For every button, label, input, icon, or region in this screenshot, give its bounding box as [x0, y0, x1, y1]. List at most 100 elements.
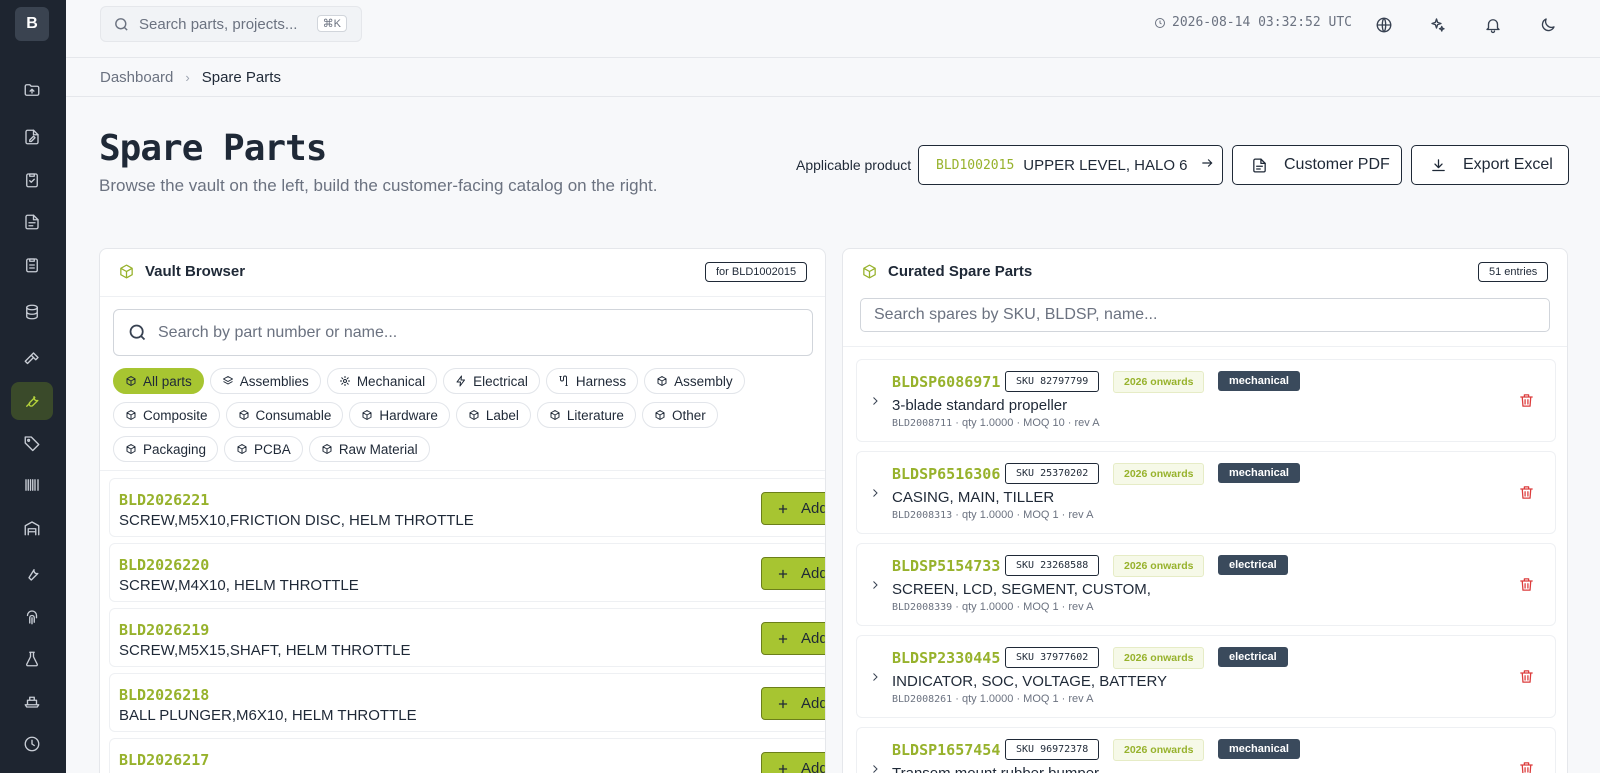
sidebar-item-tasks[interactable]	[11, 246, 53, 284]
curated-count-badge: 51 entries	[1478, 262, 1549, 282]
sidebar-item-checklists[interactable]	[11, 161, 53, 199]
vault-row[interactable]: BLD2026219 SCREW,M5X15,SHAFT, HELM THROTT…	[109, 608, 825, 667]
filter-chip-raw-material[interactable]: Raw Material	[308, 436, 430, 462]
filter-chip-mechanical[interactable]: Mechanical	[326, 368, 438, 394]
vault-part-code: BLD2026218	[119, 686, 210, 704]
filter-chip-other[interactable]: Other	[641, 402, 718, 428]
add-to-catalog-button[interactable]: Add	[761, 622, 825, 655]
filter-chip-label: Literature	[566, 407, 624, 423]
sidebar-item-spare-parts[interactable]	[11, 382, 53, 420]
curated-spares-panel: Curated Spare Parts 51 entries Search sp…	[842, 248, 1568, 773]
filter-chip-consumable[interactable]: Consumable	[225, 402, 344, 428]
add-to-catalog-button[interactable]: Add	[761, 687, 825, 720]
curated-search-input[interactable]: Search spares by SKU, BLDSP, name...	[860, 298, 1550, 332]
file-text-icon	[1253, 157, 1266, 173]
filter-chip-label: Other	[671, 407, 706, 423]
sidebar-item-identity[interactable]	[11, 598, 53, 636]
add-to-catalog-button[interactable]: Add	[761, 752, 825, 773]
sidebar-item-fleet[interactable]	[11, 682, 53, 720]
vault-row[interactable]: BLD2026220 SCREW,M4X10, HELM THROTTLE Add	[109, 543, 825, 602]
curated-spare-row[interactable]: BLDSP5154733 SKU 23268588 2026 onwards elec…	[856, 543, 1556, 626]
cube-icon	[126, 410, 136, 420]
filter-chip-hardware[interactable]: Hardware	[349, 402, 450, 428]
filter-chip-assemblies[interactable]: Assemblies	[209, 368, 321, 394]
filter-chip-harness[interactable]: Harness	[545, 368, 639, 394]
vault-search-input[interactable]: Search by part number or name...	[113, 309, 813, 356]
sidebar-item-history[interactable]	[11, 725, 53, 763]
chevron-right-icon[interactable]	[869, 762, 881, 773]
curated-spare-row[interactable]: BLDSP6516306 SKU 25370202 2026 onwards mech…	[856, 451, 1556, 534]
filter-chip-assembly[interactable]: Assembly	[644, 368, 745, 394]
filter-chip-pcba[interactable]: PCBA	[224, 436, 303, 462]
add-button-label: Add	[801, 500, 826, 517]
sidebar-item-warehouse[interactable]	[11, 509, 53, 547]
chevron-right-icon[interactable]	[869, 578, 881, 596]
sidebar-item-build[interactable]	[11, 340, 53, 378]
sidebar-item-barcodes[interactable]	[11, 466, 53, 504]
curated-spare-row[interactable]: BLDSP2330445 SKU 37977602 2026 onwards elec…	[856, 635, 1556, 718]
customer-pdf-button[interactable]: Customer PDF	[1232, 145, 1402, 185]
product-code: BLD1002015	[936, 157, 1015, 173]
delete-spare-button[interactable]	[1518, 576, 1535, 598]
applicability-badge: 2026 onwards	[1113, 371, 1205, 393]
chevron-right-icon[interactable]	[869, 486, 881, 504]
notifications-button[interactable]	[1481, 13, 1505, 37]
sidebar-item-documents[interactable]	[11, 118, 53, 156]
vault-part-code: BLD2026219	[119, 621, 210, 639]
sidebar-item-lab[interactable]	[11, 640, 53, 678]
curated-spare-row[interactable]: BLDSP1657454 SKU 96972378 2026 onwards mech…	[856, 727, 1556, 773]
spare-moq: · MOQ 1	[1016, 509, 1059, 521]
cube-icon	[362, 410, 372, 420]
sidebar-item-reports[interactable]	[11, 203, 53, 241]
sidebar-item-upload[interactable]	[11, 71, 53, 109]
vault-browser-panel: Vault Browser for BLD1002015 Search by p…	[99, 248, 826, 773]
sidebar-item-database[interactable]	[11, 293, 53, 331]
filter-chip-label: Mechanical	[356, 373, 426, 389]
applicable-product-button[interactable]: BLD1002015 UPPER LEVEL, HALO 6	[918, 145, 1223, 185]
globe-icon	[1376, 17, 1392, 33]
add-to-catalog-button[interactable]: Add	[761, 492, 826, 525]
download-icon	[1432, 158, 1445, 171]
language-button[interactable]	[1372, 13, 1396, 37]
delete-spare-button[interactable]	[1518, 760, 1535, 773]
delete-spare-button[interactable]	[1518, 392, 1535, 414]
vault-row[interactable]: BLD2026221 SCREW,M5X10,FRICTION DISC, HEL…	[109, 478, 826, 537]
customer-pdf-label: Customer PDF	[1284, 156, 1390, 173]
chevron-right-icon[interactable]	[869, 670, 881, 688]
applicability-badge: 2026 onwards	[1113, 555, 1205, 577]
vault-row[interactable]: BLD2026218 BALL PLUNGER,M6X10, HELM THROT…	[109, 673, 825, 732]
spare-name: CASING, MAIN, TILLER	[892, 489, 1055, 506]
export-excel-button[interactable]: Export Excel	[1411, 145, 1569, 185]
tool-icon	[28, 569, 39, 581]
chevron-right-icon[interactable]	[869, 394, 881, 412]
spare-part-number: BLD2008339	[892, 602, 953, 613]
filter-chip-label: Assemblies	[239, 373, 309, 389]
filter-chip-electrical[interactable]: Electrical	[443, 368, 540, 394]
ai-assistant-button[interactable]	[1426, 13, 1450, 37]
vault-part-name: BALL PLUNGER,M6X10, HELM THROTTLE	[119, 707, 417, 724]
filter-chip-packaging[interactable]: Packaging	[113, 436, 219, 462]
filter-chip-literature[interactable]: Literature	[536, 402, 636, 428]
sidebar-item-tools[interactable]	[11, 555, 53, 593]
delete-spare-button[interactable]	[1518, 484, 1535, 506]
vault-row[interactable]: BLD2026217 Add	[109, 738, 825, 773]
filter-chip-label: Packaging	[143, 441, 207, 457]
delete-spare-button[interactable]	[1518, 668, 1535, 690]
filter-chip-all-parts[interactable]: All parts	[113, 368, 204, 394]
breadcrumb-dashboard[interactable]: Dashboard	[100, 69, 173, 86]
vault-browser-title: Vault Browser	[118, 263, 245, 280]
page-subtitle: Browse the vault on the left, build the …	[99, 176, 658, 195]
sidebar-item-tags[interactable]	[11, 424, 53, 462]
theme-toggle[interactable]	[1536, 13, 1560, 37]
add-to-catalog-button[interactable]: Add	[761, 557, 825, 590]
curated-spare-row[interactable]: BLDSP6086971 SKU 82797799 2026 onwards mech…	[856, 359, 1556, 442]
clipboard-list-icon	[26, 258, 38, 273]
shortcut-hint: ⌘K	[316, 15, 347, 32]
filter-chip-composite[interactable]: Composite	[113, 402, 220, 428]
curated-spares-title: Curated Spare Parts	[861, 263, 1032, 280]
app-logo[interactable]: B	[15, 7, 49, 41]
category-badge: mechanical	[1218, 463, 1300, 483]
filter-chip-label[interactable]: Label	[455, 402, 531, 428]
box-icon	[120, 264, 133, 279]
global-search[interactable]: Search parts, projects... ⌘K	[100, 6, 362, 42]
